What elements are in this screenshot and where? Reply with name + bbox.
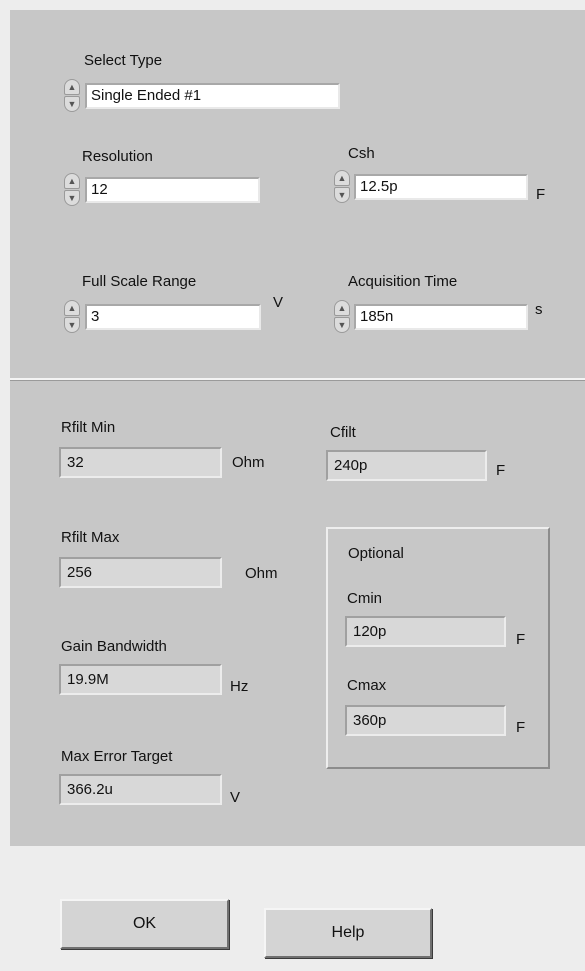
- rfilt-min-unit: Ohm: [232, 454, 265, 471]
- cmax-indicator: 360p: [345, 705, 506, 736]
- rfilt-min-label: Rfilt Min: [61, 419, 116, 436]
- decrement-arrow-icon[interactable]: ▼: [334, 187, 350, 203]
- decrement-arrow-icon[interactable]: ▼: [64, 96, 80, 112]
- resolution-field[interactable]: 12: [85, 177, 260, 203]
- max-error-target-label: Max Error Target: [61, 748, 173, 765]
- cfilt-label: Cfilt: [330, 424, 356, 441]
- gain-bandwidth-label: Gain Bandwidth: [61, 638, 167, 655]
- acquisition-time-label: Acquisition Time: [348, 273, 458, 290]
- full-scale-range-spinner[interactable]: ▲ ▼: [64, 300, 82, 336]
- csh-spinner[interactable]: ▲ ▼: [334, 170, 352, 206]
- full-scale-range-label: Full Scale Range: [82, 273, 197, 290]
- resolution-label: Resolution: [82, 148, 153, 165]
- cmin-label: Cmin: [347, 590, 383, 607]
- optional-group-title: Optional: [348, 545, 404, 562]
- csh-label: Csh: [348, 145, 375, 162]
- acquisition-time-unit: s: [535, 301, 543, 318]
- decrement-arrow-icon[interactable]: ▼: [334, 317, 350, 333]
- increment-arrow-icon[interactable]: ▲: [334, 300, 350, 316]
- cmin-unit: F: [516, 631, 526, 648]
- resolution-spinner[interactable]: ▲ ▼: [64, 173, 82, 209]
- csh-field[interactable]: 12.5p: [354, 174, 528, 200]
- help-button[interactable]: Help: [264, 908, 432, 958]
- cmax-unit: F: [516, 719, 526, 736]
- gain-bandwidth-indicator: 19.9M: [59, 664, 222, 695]
- increment-arrow-icon[interactable]: ▲: [64, 173, 80, 189]
- decrement-arrow-icon[interactable]: ▼: [64, 190, 80, 206]
- rfilt-min-indicator: 32: [59, 447, 222, 478]
- rfilt-max-indicator: 256: [59, 557, 222, 588]
- decrement-arrow-icon[interactable]: ▼: [64, 317, 80, 333]
- csh-unit: F: [536, 186, 546, 203]
- cfilt-indicator: 240p: [326, 450, 487, 481]
- rfilt-max-unit: Ohm: [245, 565, 278, 582]
- cmax-label: Cmax: [347, 677, 387, 694]
- increment-arrow-icon[interactable]: ▲: [334, 170, 350, 186]
- max-error-target-indicator: 366.2u: [59, 774, 222, 805]
- ok-button[interactable]: OK: [60, 899, 229, 949]
- rfilt-max-label: Rfilt Max: [61, 529, 120, 546]
- acquisition-time-spinner[interactable]: ▲ ▼: [334, 300, 352, 336]
- cmin-indicator: 120p: [345, 616, 506, 647]
- select-type-field[interactable]: Single Ended #1: [85, 83, 340, 109]
- full-scale-range-unit: V: [273, 294, 284, 311]
- select-type-spinner[interactable]: ▲ ▼: [64, 79, 82, 115]
- increment-arrow-icon[interactable]: ▲: [64, 300, 80, 316]
- cfilt-unit: F: [496, 462, 506, 479]
- full-scale-range-field[interactable]: 3: [85, 304, 261, 330]
- acquisition-time-field[interactable]: 185n: [354, 304, 528, 330]
- max-error-target-unit: V: [230, 789, 241, 806]
- select-type-label: Select Type: [84, 52, 163, 69]
- increment-arrow-icon[interactable]: ▲: [64, 79, 80, 95]
- gain-bandwidth-unit: Hz: [230, 678, 249, 695]
